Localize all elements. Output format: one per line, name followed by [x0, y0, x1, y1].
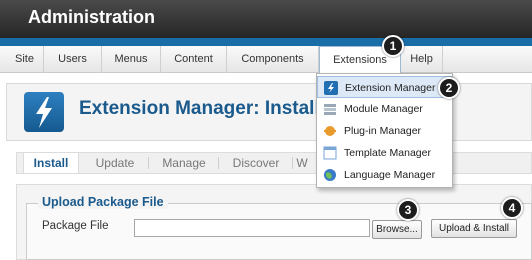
language-manager-icon: [323, 168, 337, 182]
browse-button[interactable]: Browse...: [372, 220, 422, 239]
dropdown-item-label: Plug-in Manager: [344, 125, 422, 137]
extensions-dropdown: Extension Manager Module Manager Plug-in…: [316, 73, 453, 188]
callout-2: 2: [438, 77, 460, 99]
tab-install[interactable]: Install: [23, 153, 79, 173]
menu-content[interactable]: Content: [161, 46, 227, 73]
callout-1: 1: [382, 35, 404, 57]
tab-divider: [292, 157, 293, 169]
lightning-icon: [24, 92, 64, 132]
tab-manage[interactable]: Manage: [153, 153, 215, 173]
tab-discover[interactable]: Discover: [223, 153, 289, 173]
package-file-label: Package File: [42, 220, 109, 232]
dropdown-item-language-manager[interactable]: Language Manager: [317, 164, 452, 186]
menu-users[interactable]: Users: [44, 46, 102, 73]
upload-legend: Upload Package File: [38, 195, 168, 209]
dropdown-item-extension-manager[interactable]: Extension Manager: [317, 76, 452, 98]
dropdown-item-template-manager[interactable]: Template Manager: [317, 142, 452, 164]
menu-menus[interactable]: Menus: [102, 46, 161, 73]
tab-update[interactable]: Update: [85, 153, 145, 173]
tab-divider: [148, 157, 149, 169]
tab-divider: [218, 157, 219, 169]
menu-help[interactable]: Help: [401, 46, 443, 73]
module-manager-icon: [323, 102, 337, 116]
callout-3: 3: [397, 199, 419, 221]
extension-manager-icon: [324, 81, 338, 95]
dropdown-item-module-manager[interactable]: Module Manager: [317, 98, 452, 120]
submenu-tabs: Install Update Manage Discover W: [16, 152, 532, 174]
dropdown-item-label: Language Manager: [344, 169, 436, 181]
tab-warnings[interactable]: W: [295, 153, 309, 173]
menu-site[interactable]: Site: [6, 46, 44, 73]
menu-components[interactable]: Components: [227, 46, 319, 73]
dropdown-item-label: Extension Manager: [345, 82, 436, 94]
main-menu-bar: Site Users Menus Content Components Exte…: [0, 46, 532, 74]
page-title: Extension Manager: Install: [79, 98, 320, 119]
template-manager-icon: [323, 146, 337, 160]
admin-title: Administration: [28, 7, 156, 27]
upload-install-button[interactable]: Upload & Install: [431, 219, 517, 238]
dropdown-item-plugin-manager[interactable]: Plug-in Manager: [317, 120, 452, 142]
plugin-manager-icon: [323, 124, 337, 138]
admin-header: Administration: [0, 0, 532, 38]
dropdown-item-label: Template Manager: [344, 147, 431, 159]
header-accent-strip: [0, 38, 532, 46]
package-file-input[interactable]: [134, 219, 370, 237]
dropdown-item-label: Module Manager: [344, 103, 423, 115]
callout-4: 4: [501, 197, 523, 219]
